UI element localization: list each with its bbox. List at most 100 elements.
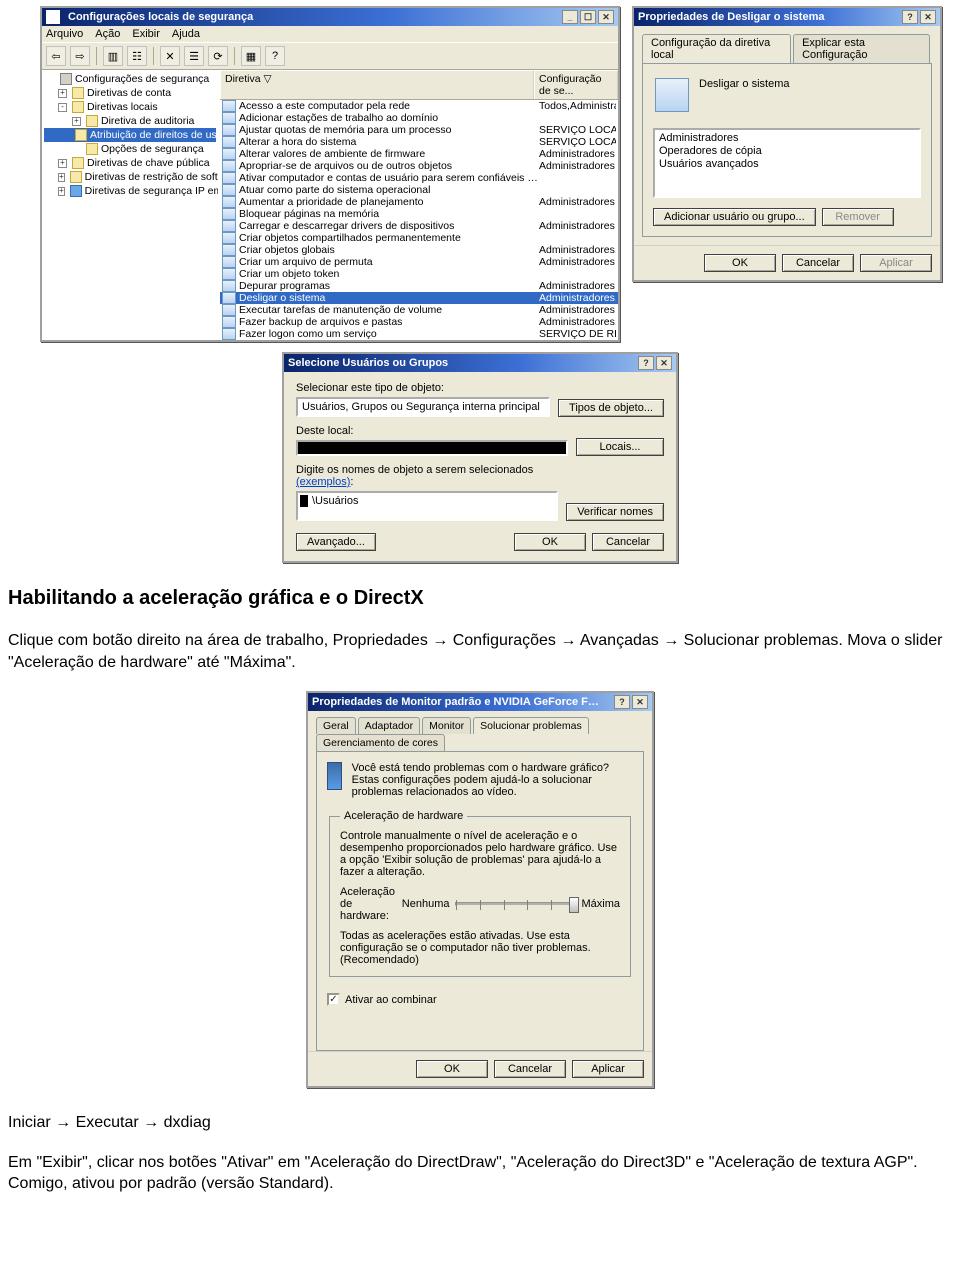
refresh-button[interactable]: ⟳ (208, 46, 228, 66)
policy-row[interactable]: Depurar programasAdministradores (220, 280, 618, 292)
policy-row[interactable]: Ajustar quotas de memória para um proces… (220, 124, 618, 136)
object-names-textbox[interactable]: \Usuários (296, 491, 558, 521)
tab-monitor[interactable]: Monitor (422, 717, 471, 734)
help-button[interactable]: ? (902, 10, 918, 24)
cancel-button[interactable]: Cancelar (592, 533, 664, 551)
tree-item[interactable]: Atribuição de direitos de usuário (44, 128, 216, 142)
policy-row[interactable]: Alterar valores de ambiente de firmwareA… (220, 148, 618, 160)
policy-row[interactable]: Criar objetos globaisAdministradores,SE.… (220, 244, 618, 256)
examples-link[interactable]: (exemplos) (296, 476, 350, 488)
back-button[interactable]: ⇦ (46, 46, 66, 66)
showhide-button[interactable]: ☷ (127, 46, 147, 66)
policy-row[interactable]: Criar objetos compartilhados permanentem… (220, 232, 618, 244)
checkbox-box[interactable]: ✓ (327, 993, 340, 1006)
ok-button[interactable]: OK (514, 533, 586, 551)
tree-item[interactable]: +Diretivas de chave pública (44, 156, 216, 170)
tree-item[interactable]: + Diretivas de conta (44, 86, 216, 100)
tree-item[interactable]: -Diretivas locais (44, 100, 216, 114)
locations-button[interactable]: Locais... (576, 438, 664, 456)
delete-button[interactable]: ✕ (160, 46, 180, 66)
policy-row[interactable]: Alterar a hora do sistemaSERVIÇO LOCAL,A… (220, 136, 618, 148)
export-button[interactable]: ▦ (241, 46, 261, 66)
ok-button[interactable]: OK (416, 1060, 488, 1078)
help-button[interactable]: ? (638, 356, 654, 370)
menu-acao[interactable]: Ação (95, 28, 120, 40)
tab-solucionar-problemas[interactable]: Solucionar problemas (473, 717, 589, 734)
policy-row[interactable]: Carregar e descarregar drivers de dispos… (220, 220, 618, 232)
tree-toggle-icon[interactable]: + (58, 187, 65, 196)
menu-ajuda[interactable]: Ajuda (172, 28, 200, 40)
policy-row[interactable]: Desligar o sistemaAdministradores,Us... (220, 292, 618, 304)
policy-row[interactable]: Criar um arquivo de permutaAdministrador… (220, 256, 618, 268)
forward-button[interactable]: ⇨ (70, 46, 90, 66)
close-button[interactable]: ✕ (656, 356, 672, 370)
cancel-button[interactable]: Cancelar (782, 254, 854, 272)
member-item[interactable]: Administradores (659, 132, 915, 145)
slider-thumb[interactable] (569, 897, 579, 913)
policy-icon (222, 232, 236, 244)
object-types-button[interactable]: Tipos de objeto... (558, 399, 664, 417)
up-button[interactable]: ▥ (103, 46, 123, 66)
policy-row[interactable]: Executar tarefas de manutenção de volume… (220, 304, 618, 316)
policy-row[interactable]: Bloquear páginas na memória (220, 208, 618, 220)
close-button[interactable]: ✕ (632, 695, 648, 709)
policy-row[interactable]: Criar um objeto token (220, 268, 618, 280)
tree-item[interactable]: Configurações de segurança (44, 72, 216, 86)
close-button[interactable]: ✕ (920, 10, 936, 24)
add-user-group-button[interactable]: Adicionar usuário ou grupo... (653, 208, 816, 226)
tab-gerenciamento-de-cores[interactable]: Gerenciamento de cores (316, 734, 445, 751)
col-directiva[interactable]: Diretiva ▽ (220, 70, 534, 99)
properties-button[interactable]: ☰ (184, 46, 204, 66)
policy-row[interactable]: Adicionar estações de trabalho ao domíni… (220, 112, 618, 124)
member-item[interactable]: Usuários avançados (659, 158, 915, 171)
tab-adaptador[interactable]: Adaptador (358, 717, 420, 734)
enable-write-combining-checkbox[interactable]: ✓ Ativar ao combinar (327, 993, 437, 1006)
cancel-button[interactable]: Cancelar (494, 1060, 566, 1078)
tree-item[interactable]: +Diretiva de auditoria (44, 114, 216, 128)
list-header[interactable]: Diretiva ▽ Configuração de se... (220, 70, 618, 100)
tab-explain[interactable]: Explicar esta Configuração (793, 34, 930, 63)
tree-toggle-icon[interactable]: + (72, 117, 81, 126)
secpol-list[interactable]: Diretiva ▽ Configuração de se... Acesso … (220, 70, 618, 340)
tree-toggle-icon[interactable]: - (58, 103, 67, 112)
help-button[interactable]: ? (265, 46, 285, 66)
secpol-tree[interactable]: Configurações de segurança+Diretivas de … (42, 70, 220, 340)
ok-button[interactable]: OK (704, 254, 776, 272)
menu-exibir[interactable]: Exibir (132, 28, 160, 40)
policy-row[interactable]: Fazer backup de arquivos e pastasAdminis… (220, 316, 618, 328)
policy-row[interactable]: Apropriar-se de arquivos ou de outros ob… (220, 160, 618, 172)
apply-button[interactable]: Aplicar (572, 1060, 644, 1078)
tree-item[interactable]: +Diretivas de restrição de software (44, 170, 216, 184)
advanced-button[interactable]: Avançado... (296, 533, 376, 551)
tree-toggle-icon[interactable]: + (58, 173, 65, 182)
menu-arquivo[interactable]: Arquivo (46, 28, 83, 40)
tree-item-label: Diretivas de conta (87, 87, 171, 99)
from-location-field[interactable] (296, 440, 568, 456)
check-names-button[interactable]: Verificar nomes (566, 503, 664, 521)
policy-row[interactable]: Fazer logon como um serviçoSERVIÇO DE RE… (220, 328, 618, 340)
policy-row[interactable]: Acesso a este computador pela redeTodos,… (220, 100, 618, 112)
tree-item[interactable]: +Diretivas de segurança IP em Computado (44, 184, 216, 198)
col-config[interactable]: Configuração de se... (534, 70, 618, 99)
member-item[interactable]: Operadores de cópia (659, 145, 915, 158)
tab-local-setting[interactable]: Configuração da diretiva local (642, 34, 791, 63)
maximize-button[interactable]: ☐ (580, 10, 596, 24)
apply-button[interactable]: Aplicar (860, 254, 932, 272)
tree-item[interactable]: Opções de segurança (44, 142, 216, 156)
object-type-field[interactable]: Usuários, Grupos ou Segurança interna pr… (296, 397, 550, 417)
minimize-button[interactable]: _ (562, 10, 578, 24)
policy-row[interactable]: Aumentar a prioridade de planejamentoAdm… (220, 196, 618, 208)
hardware-accel-slider[interactable] (455, 902, 575, 906)
close-button[interactable]: ✕ (598, 10, 614, 24)
tab-geral[interactable]: Geral (316, 717, 356, 734)
policy-row[interactable]: Ativar computador e contas de usuário pa… (220, 172, 618, 184)
help-button[interactable]: ? (614, 695, 630, 709)
hardware-accel-group: Aceleração de hardware Controle manualme… (329, 810, 631, 977)
members-listbox[interactable]: AdministradoresOperadores de cópiaUsuári… (653, 128, 921, 198)
tree-toggle-icon[interactable]: + (58, 159, 67, 168)
policy-name: Ajustar quotas de memória para um proces… (239, 124, 539, 136)
policy-row[interactable]: Atuar como parte do sistema operacional (220, 184, 618, 196)
policy-name: Adicionar estações de trabalho ao domíni… (239, 112, 539, 124)
tree-toggle-icon[interactable]: + (58, 89, 67, 98)
remove-button[interactable]: Remover (822, 208, 894, 226)
